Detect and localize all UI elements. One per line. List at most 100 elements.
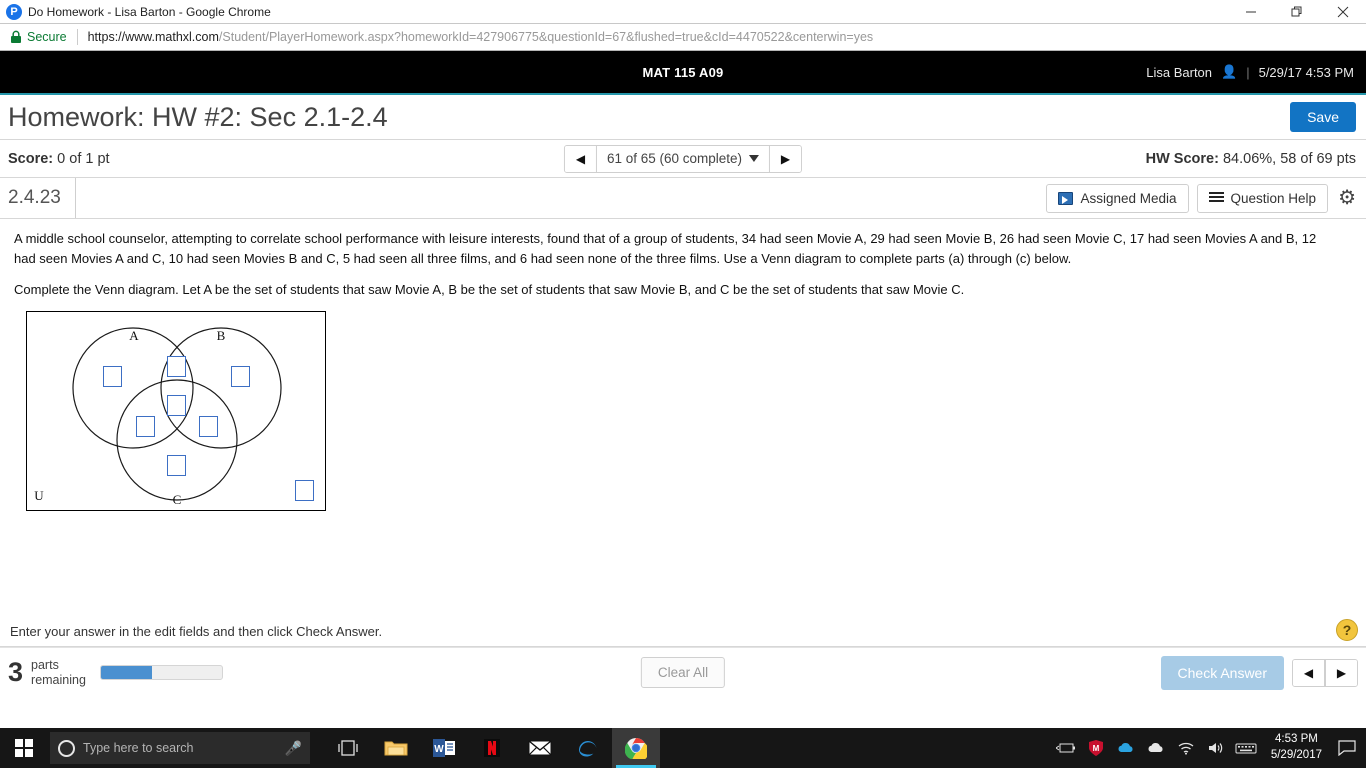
- word-icon[interactable]: W: [420, 728, 468, 768]
- bottom-nav-pair: ◀ ▶: [1292, 658, 1358, 687]
- homework-title-row: Homework: HW #2: Sec 2.1-2.4 Save: [0, 93, 1366, 140]
- svg-text:A: A: [129, 328, 139, 343]
- chrome-icon[interactable]: [612, 728, 660, 768]
- venn-input-outside-all[interactable]: [295, 480, 314, 501]
- hw-score-value: 84.06%, 58 of 69 pts: [1222, 150, 1356, 167]
- mathxl-header: MAT 115 A09 Lisa Barton 👤 | 5/29/17 4:53…: [0, 51, 1366, 93]
- svg-text:B: B: [217, 328, 226, 343]
- venn-input-a-and-c-only[interactable]: [136, 416, 155, 437]
- bottom-next-button[interactable]: ▶: [1325, 659, 1357, 686]
- user-icon[interactable]: 👤: [1221, 64, 1237, 80]
- gear-icon[interactable]: ⚙: [1336, 188, 1358, 208]
- bottom-toolbar: 3 parts remaining Clear All Check Answer…: [0, 647, 1366, 697]
- file-explorer-icon[interactable]: [372, 728, 420, 768]
- score-label: Score:: [8, 150, 54, 167]
- answer-hint-text: Enter your answer in the edit fields and…: [10, 624, 383, 639]
- check-answer-button[interactable]: Check Answer: [1160, 655, 1284, 690]
- question-selector[interactable]: 61 of 65 (60 complete): [597, 146, 769, 172]
- svg-text:W: W: [434, 744, 444, 755]
- header-datetime: 5/29/17 4:53 PM: [1258, 64, 1354, 80]
- url-path: /Student/PlayerHomework.aspx?homeworkId=…: [218, 30, 874, 44]
- mail-icon[interactable]: [516, 728, 564, 768]
- next-question-button[interactable]: ▶: [769, 145, 802, 172]
- start-button[interactable]: [0, 728, 48, 768]
- list-icon: [1208, 192, 1224, 204]
- venn-diagram-wrapper: A B C U: [0, 297, 1366, 511]
- svg-text:C: C: [173, 492, 182, 507]
- parts-remaining-count: 3: [8, 657, 24, 687]
- question-help-label: Question Help: [1230, 190, 1317, 206]
- close-icon[interactable]: [1320, 0, 1366, 24]
- window-title: Do Homework - Lisa Barton - Google Chrom…: [28, 4, 271, 19]
- search-placeholder: Type here to search: [83, 741, 194, 755]
- prev-question-button[interactable]: ◀: [564, 145, 597, 172]
- onedrive-blue-icon[interactable]: [1111, 728, 1141, 768]
- assigned-media-button[interactable]: Assigned Media: [1046, 183, 1189, 213]
- minimize-icon[interactable]: [1228, 0, 1274, 24]
- search-input[interactable]: Type here to search 🎤: [50, 732, 310, 764]
- progress-bar: [99, 665, 223, 680]
- venn-input-c-only[interactable]: [167, 455, 186, 476]
- netflix-icon[interactable]: [468, 728, 516, 768]
- svg-text:M: M: [1092, 744, 1099, 753]
- microphone-icon[interactable]: 🎤: [285, 740, 302, 757]
- header-separator: |: [1246, 64, 1250, 80]
- question-pager: ◀ 61 of 65 (60 complete) ▶: [563, 144, 803, 173]
- address-bar[interactable]: Secure https://www.mathxl.com/Student/Pl…: [0, 24, 1366, 51]
- keyboard-icon[interactable]: [1231, 728, 1261, 768]
- system-tray: M 4:53 PM 5/29/2017: [1051, 728, 1366, 768]
- volume-icon[interactable]: [1201, 728, 1231, 768]
- windows-taskbar: Type here to search 🎤 W M 4:53 PM 5/29/2…: [0, 728, 1366, 768]
- security-label: Secure: [27, 30, 67, 44]
- parts-label-line2: remaining: [31, 672, 86, 687]
- maximize-icon[interactable]: [1274, 0, 1320, 24]
- hw-score-display: HW Score: 84.06%, 58 of 69 pts: [1146, 151, 1356, 167]
- question-content: A middle school counselor, attempting to…: [0, 219, 1366, 617]
- exercise-number: 2.4.23: [0, 178, 76, 218]
- assigned-media-label: Assigned Media: [1080, 190, 1177, 206]
- clear-all-button[interactable]: Clear All: [640, 657, 726, 688]
- url-text[interactable]: https://www.mathxl.com/Student/PlayerHom…: [88, 30, 874, 44]
- url-divider: [76, 29, 78, 45]
- edge-icon[interactable]: [564, 728, 612, 768]
- venn-input-a-and-b-only[interactable]: [167, 356, 186, 377]
- onedrive-white-icon[interactable]: [1141, 728, 1171, 768]
- parts-label-line1: parts: [31, 658, 59, 673]
- user-name[interactable]: Lisa Barton: [1146, 65, 1212, 80]
- browser-title-bar: P Do Homework - Lisa Barton - Google Chr…: [0, 0, 1366, 24]
- hw-score-label: HW Score:: [1145, 150, 1219, 167]
- venn-input-a-b-c[interactable]: [167, 395, 186, 416]
- action-center-icon[interactable]: [1332, 728, 1362, 768]
- wifi-icon[interactable]: [1171, 728, 1201, 768]
- bottom-prev-button[interactable]: ◀: [1293, 659, 1325, 686]
- taskbar-clock[interactable]: 4:53 PM 5/29/2017: [1261, 732, 1332, 763]
- parts-remaining: 3 parts remaining: [0, 658, 223, 687]
- progress-bar-fill: [100, 666, 152, 679]
- help-icon[interactable]: ?: [1336, 619, 1358, 641]
- url-host: https://www.mathxl.com: [87, 30, 219, 44]
- venn-input-b-only[interactable]: [231, 366, 250, 387]
- score-row: Score: 0 of 1 pt ◀ 61 of 65 (60 complete…: [0, 140, 1366, 178]
- score-display: Score: 0 of 1 pt: [0, 151, 110, 167]
- save-button[interactable]: Save: [1290, 102, 1356, 132]
- media-icon: [1058, 191, 1074, 205]
- chevron-down-icon: [749, 155, 760, 162]
- header-user-area: Lisa Barton 👤 | 5/29/17 4:53 PM: [1146, 64, 1354, 80]
- taskbar-pinned-icons: W: [324, 728, 660, 768]
- task-view-icon[interactable]: [324, 728, 372, 768]
- cortana-icon: [58, 739, 75, 757]
- window-controls: [1228, 0, 1366, 24]
- question-help-button[interactable]: Question Help: [1196, 183, 1329, 213]
- windows-logo-icon: [15, 739, 33, 757]
- mcafee-icon[interactable]: M: [1081, 728, 1111, 768]
- battery-icon[interactable]: [1051, 728, 1081, 768]
- answer-hint-row: Enter your answer in the edit fields and…: [0, 617, 1366, 647]
- parts-remaining-label: parts remaining: [31, 658, 86, 687]
- bottom-right-controls: Check Answer ◀ ▶: [1160, 655, 1358, 690]
- exercise-header-row: 2.4.23 Assigned Media Question Help ⚙: [0, 178, 1366, 219]
- exercise-tools: Assigned Media Question Help ⚙: [1046, 183, 1366, 213]
- venn-input-b-and-c-only[interactable]: [199, 416, 218, 437]
- clock-time: 4:53 PM: [1275, 733, 1318, 746]
- venn-input-a-only[interactable]: [103, 366, 122, 387]
- lock-icon: [10, 30, 22, 44]
